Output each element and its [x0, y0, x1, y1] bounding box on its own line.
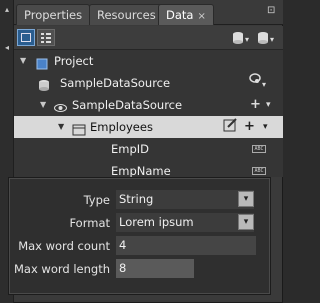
format-value: Lorem ipsum: [119, 215, 194, 229]
max-word-count-label: Max word count: [18, 239, 110, 253]
tab-data[interactable]: Data ×: [158, 4, 214, 25]
create-datasource-button[interactable]: ▾: [257, 30, 279, 46]
database-create-icon: ▾: [258, 32, 274, 44]
tab-resources[interactable]: Resources: [89, 4, 164, 25]
expand-arrow-icon[interactable]: ▼: [58, 116, 68, 138]
add-datasource-button[interactable]: ▾: [232, 30, 254, 46]
database-options-icon: ▾: [249, 73, 266, 89]
svg-text:▾: ▾: [262, 80, 266, 88]
tab-properties[interactable]: Properties: [16, 4, 91, 25]
tab-properties-label: Properties: [24, 8, 83, 22]
tree-item-datasource-label: SampleDataSource: [60, 76, 171, 90]
project-icon: [36, 55, 49, 70]
tree-item-project[interactable]: ▼ Project: [14, 50, 283, 72]
max-word-length-value: 8: [119, 261, 127, 275]
chevron-down-icon[interactable]: ▾: [266, 94, 271, 116]
database-icon: [38, 77, 51, 91]
string-type-icon[interactable]: ABC: [252, 167, 266, 175]
chevron-up-icon[interactable]: ▴: [2, 6, 12, 14]
add-property-button[interactable]: +: [250, 94, 261, 116]
tree-item-datasource-child[interactable]: ▼ SampleDataSource + ▾: [14, 94, 283, 116]
type-select[interactable]: String ▾: [116, 190, 254, 209]
max-word-count-input[interactable]: 4: [116, 236, 256, 255]
svg-text:▾: ▾: [270, 35, 274, 44]
tree-item-employees-label: Employees: [90, 120, 153, 134]
expand-arrow-icon[interactable]: ▼: [20, 50, 30, 72]
format-select[interactable]: Lorem ipsum ▾: [116, 213, 254, 232]
database-add-icon: ▾: [233, 32, 249, 44]
max-word-length-label: Max word length: [13, 262, 110, 276]
edit-values-button[interactable]: [222, 116, 238, 140]
eye-icon: [54, 99, 67, 112]
tree-item-datasource-child-label: SampleDataSource: [72, 98, 183, 112]
tab-bar: Properties Resources Data × ⊡: [14, 0, 283, 25]
tab-data-label: Data: [166, 8, 194, 22]
add-field-button[interactable]: +: [244, 116, 255, 138]
details-mode-button[interactable]: [37, 29, 55, 46]
tree-item-datasource[interactable]: SampleDataSource ▾: [14, 72, 283, 94]
list-mode-button[interactable]: [17, 29, 35, 46]
max-word-length-input[interactable]: 8: [116, 259, 194, 278]
max-word-count-value: 4: [119, 238, 127, 252]
type-label: Type: [83, 193, 110, 207]
string-type-icon[interactable]: ABC: [252, 145, 266, 153]
format-label: Format: [69, 216, 110, 230]
data-toolbar: ▾ ▾: [14, 26, 283, 50]
pin-icon[interactable]: ⊡: [267, 5, 279, 17]
chevron-down-icon[interactable]: ▾: [263, 116, 268, 138]
close-icon[interactable]: ×: [197, 11, 205, 22]
field-properties-popup: Type String ▾ Format Lorem ipsum ▾ Max w…: [8, 177, 271, 295]
field-label: EmpID: [111, 142, 150, 156]
data-tree: ▼ Project SampleDataSource ▾ ▼ SampleDat…: [14, 50, 283, 178]
tree-item-field[interactable]: EmpID ABC: [14, 138, 283, 160]
chevron-down-icon[interactable]: ▾: [238, 191, 254, 207]
edit-values-icon: [223, 118, 237, 132]
chevron-down-icon[interactable]: ▾: [238, 214, 254, 230]
list-mode-icon: [21, 33, 31, 42]
datasource-options-button[interactable]: ▾: [248, 72, 270, 96]
tree-item-employees[interactable]: ▼ Employees + ▾: [14, 116, 283, 138]
collection-icon: [72, 121, 86, 136]
tree-item-project-label: Project: [54, 54, 94, 68]
details-mode-icon: [41, 33, 51, 43]
expand-arrow-icon[interactable]: ▼: [40, 94, 50, 116]
svg-text:▾: ▾: [245, 35, 249, 44]
type-value: String: [119, 192, 154, 206]
tab-resources-label: Resources: [97, 8, 156, 22]
collapse-handle-icon[interactable]: ◂: [2, 44, 12, 52]
